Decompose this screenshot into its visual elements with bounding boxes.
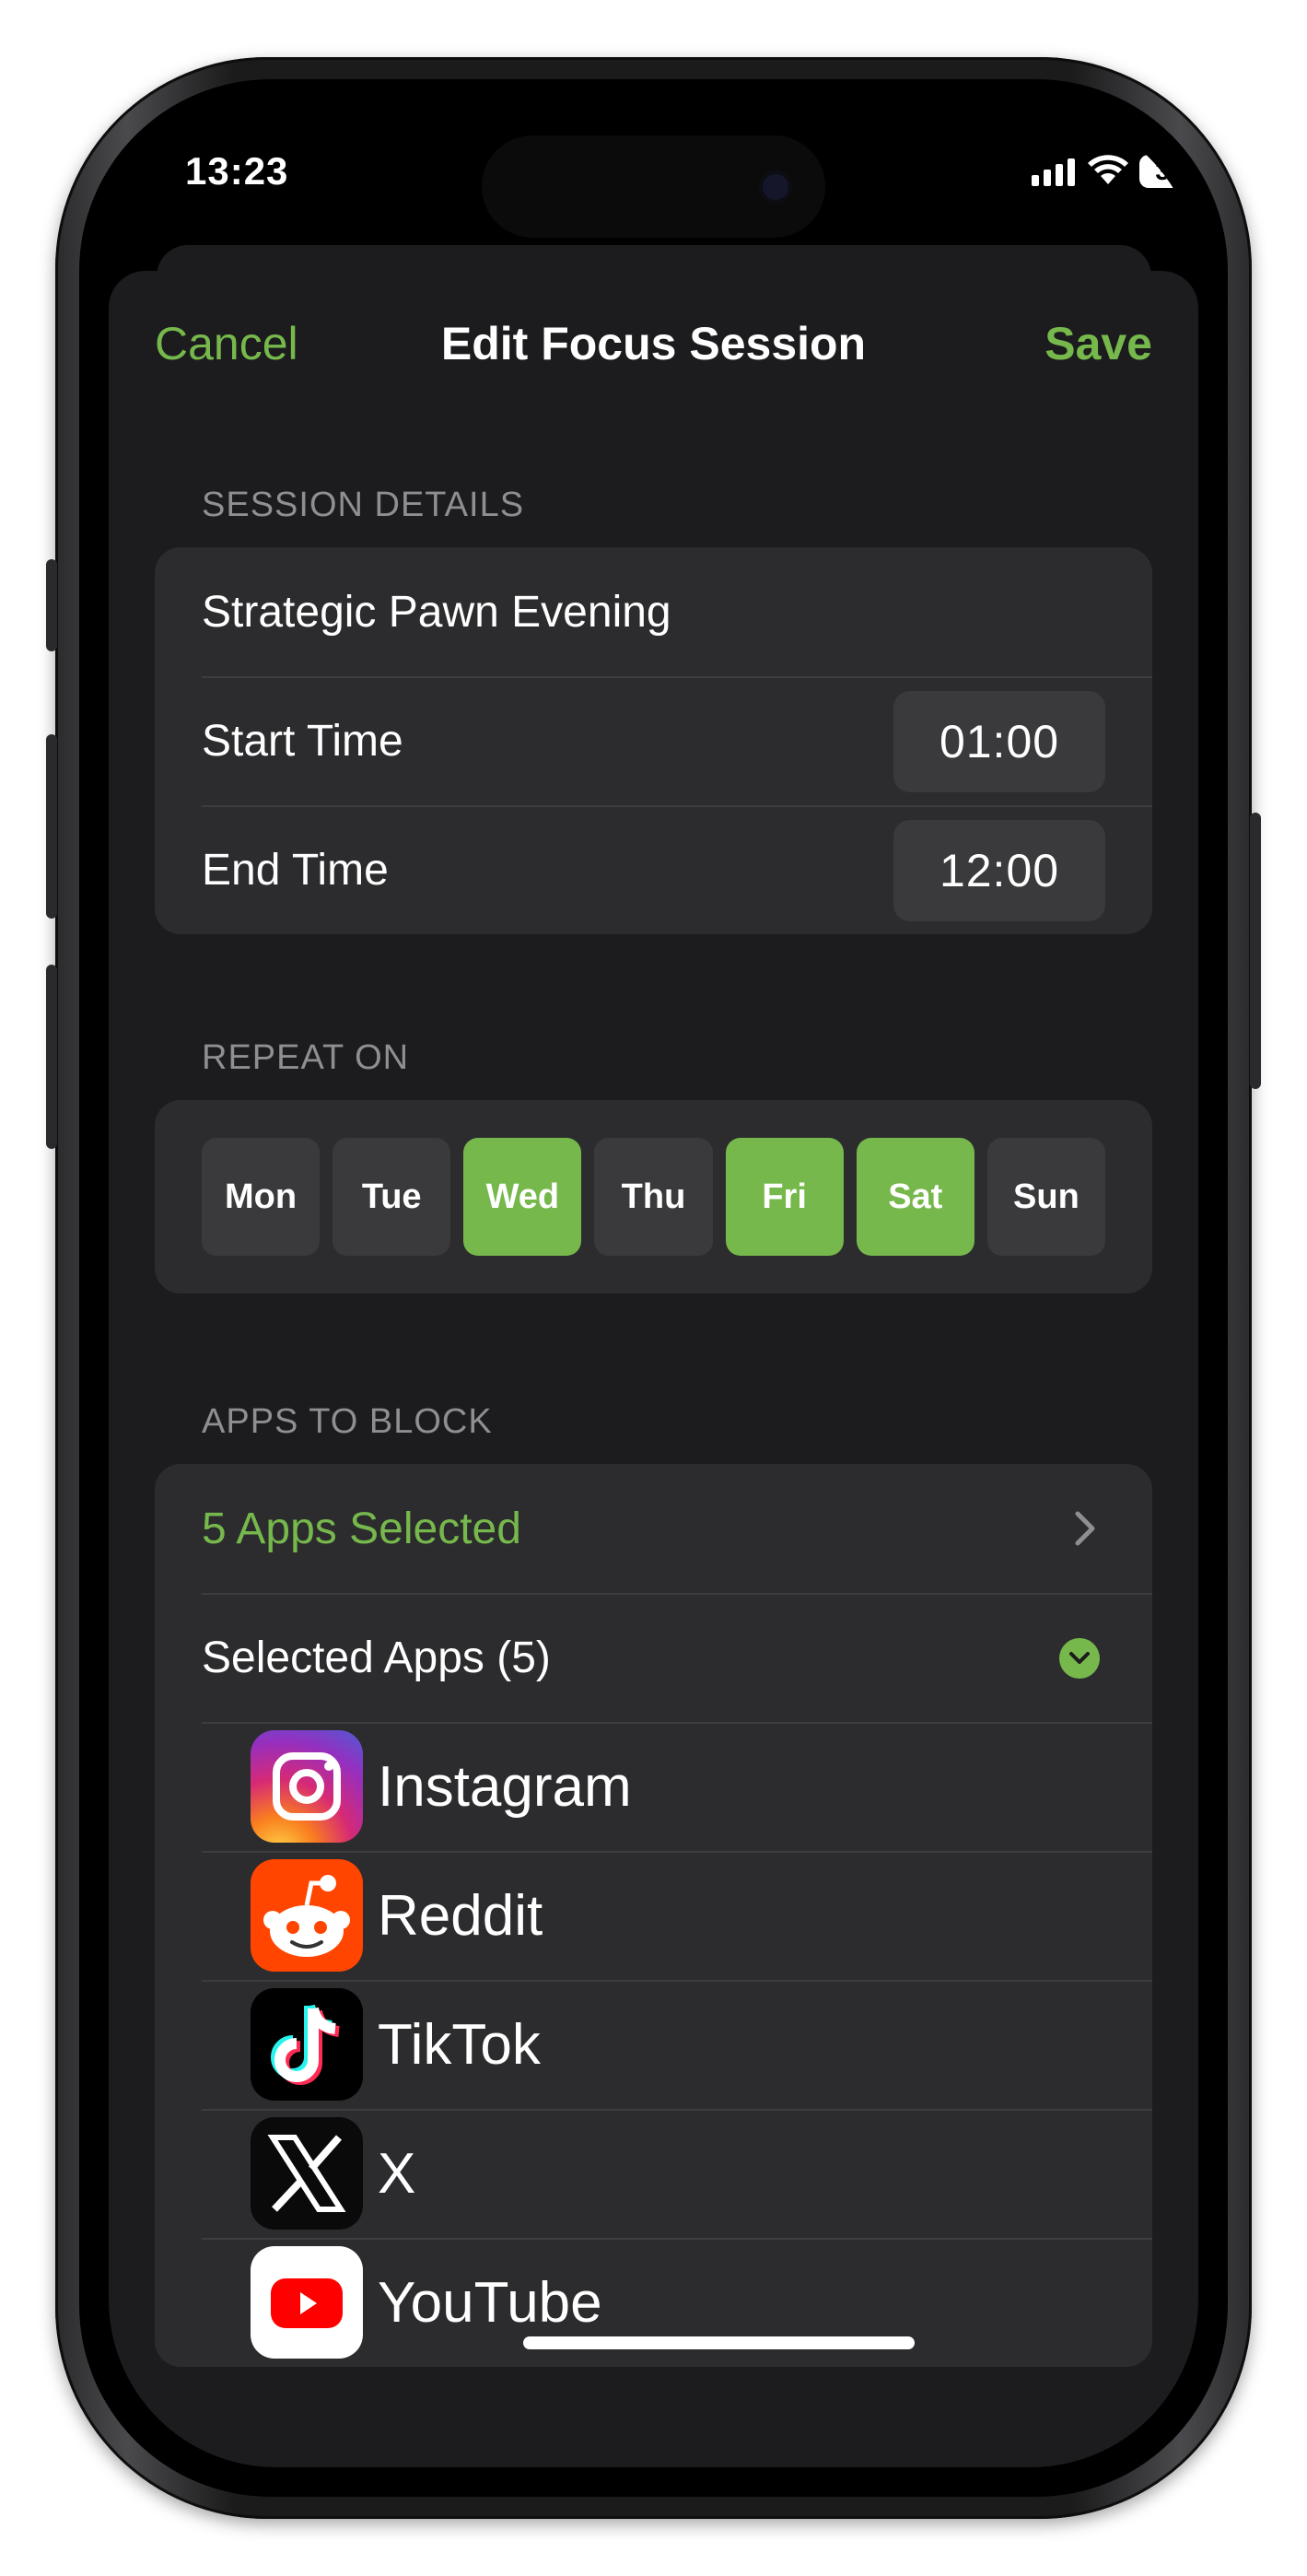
- end-time-label: End Time: [202, 845, 389, 895]
- screen: 13:23 35 Cancel Edit Focus Session Save …: [109, 109, 1198, 2467]
- repeat-card: Mon Tue Wed Thu Fri Sat Sun: [155, 1100, 1152, 1294]
- tiktok-icon: [251, 1988, 363, 2101]
- page-title: Edit Focus Session: [440, 318, 867, 369]
- power-button: [1250, 813, 1261, 1089]
- status-time: 13:23: [185, 149, 289, 193]
- start-time-row: Start Time 01:00: [155, 676, 1152, 805]
- app-row-tiktok: TikTok: [155, 1980, 1152, 2109]
- section-header-session-details: SESSION DETAILS: [202, 486, 525, 524]
- section-header-apps: APPS TO BLOCK: [202, 1402, 493, 1441]
- selected-apps-label: Selected Apps (5): [202, 1633, 551, 1682]
- volume-up-button: [46, 734, 57, 919]
- instagram-icon: [251, 1730, 363, 1843]
- chevron-down-circle-icon: [1059, 1638, 1100, 1679]
- end-time-picker[interactable]: 12:00: [893, 820, 1105, 921]
- session-name-field[interactable]: Strategic Pawn Evening: [155, 547, 1152, 676]
- day-toggle-tue[interactable]: Tue: [333, 1138, 451, 1256]
- day-toggle-fri[interactable]: Fri: [725, 1138, 844, 1256]
- day-toggle-mon[interactable]: Mon: [202, 1138, 321, 1256]
- app-name: Instagram: [378, 1754, 632, 1819]
- end-time-row: End Time 12:00: [155, 805, 1152, 934]
- selected-apps-toggle[interactable]: Selected Apps (5): [155, 1593, 1152, 1722]
- start-time-picker[interactable]: 01:00: [893, 691, 1105, 792]
- battery-icon: 35: [1139, 155, 1198, 188]
- cellular-signal-icon: [1032, 157, 1075, 186]
- camera-icon: [759, 170, 792, 204]
- session-name-value: Strategic Pawn Evening: [202, 587, 671, 637]
- youtube-icon: [251, 2246, 363, 2359]
- apps-selected-row[interactable]: 5 Apps Selected: [155, 1464, 1152, 1593]
- app-row-x: X: [155, 2109, 1152, 2238]
- app-row-reddit: Reddit: [155, 1851, 1152, 1980]
- edit-sheet: Cancel Edit Focus Session Save SESSION D…: [109, 271, 1198, 2467]
- app-name: TikTok: [378, 2012, 541, 2077]
- start-time-label: Start Time: [202, 716, 403, 766]
- phone-frame: 13:23 35 Cancel Edit Focus Session Save …: [46, 57, 1261, 2519]
- day-toggle-sun[interactable]: Sun: [986, 1138, 1105, 1256]
- action-button: [46, 559, 57, 651]
- day-selector: Mon Tue Wed Thu Fri Sat Sun: [155, 1100, 1152, 1294]
- home-indicator[interactable]: [523, 2336, 915, 2349]
- apps-selected-label: 5 Apps Selected: [202, 1504, 521, 1553]
- day-toggle-wed[interactable]: Wed: [463, 1138, 582, 1256]
- apps-card: 5 Apps Selected Selected Apps (5) Instag…: [155, 1464, 1152, 2367]
- app-row-instagram: Instagram: [155, 1722, 1152, 1851]
- app-name: X: [378, 2141, 416, 2206]
- app-name: YouTube: [378, 2270, 602, 2335]
- day-toggle-sat[interactable]: Sat: [856, 1138, 974, 1256]
- save-button[interactable]: Save: [1044, 317, 1152, 370]
- wifi-icon: [1088, 155, 1128, 184]
- nav-bar: Cancel Edit Focus Session Save: [109, 271, 1198, 409]
- x-icon: [251, 2117, 363, 2230]
- session-details-card: Strategic Pawn Evening Start Time 01:00 …: [155, 547, 1152, 934]
- status-bar: 13:23 35: [109, 109, 1198, 247]
- volume-down-button: [46, 965, 57, 1149]
- section-header-repeat: REPEAT ON: [202, 1038, 410, 1077]
- reddit-icon: [251, 1859, 363, 1972]
- day-toggle-thu[interactable]: Thu: [594, 1138, 713, 1256]
- chevron-right-icon: [1075, 1511, 1095, 1546]
- app-name: Reddit: [378, 1883, 543, 1948]
- dynamic-island: [482, 135, 825, 238]
